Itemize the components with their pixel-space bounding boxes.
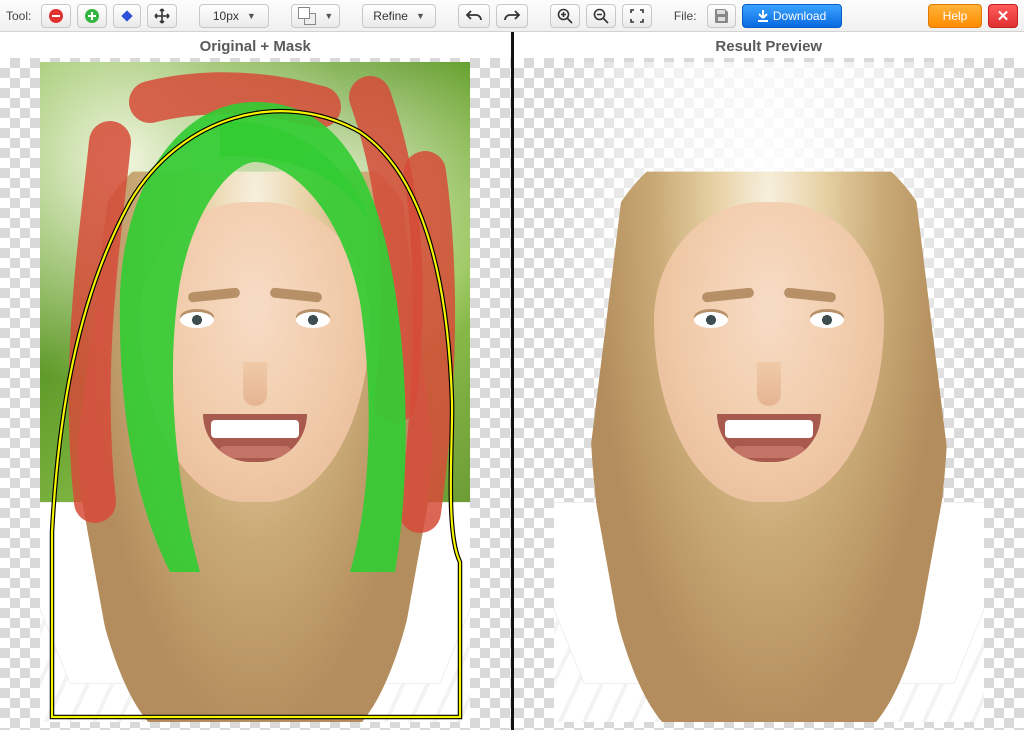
chevron-down-icon: ▼ [247, 11, 256, 21]
workspace: Original + Mask [0, 32, 1024, 730]
refine-dropdown[interactable]: Refine ▼ [362, 4, 436, 28]
zoom-in-icon [557, 8, 573, 24]
toolbar: Tool: 10px ▼ ▼ Refine ▼ [0, 0, 1024, 32]
remove-circle-icon [48, 8, 64, 24]
redo-icon [503, 9, 521, 23]
save-button[interactable] [707, 4, 736, 28]
zoom-out-icon [593, 8, 609, 24]
fit-screen-button[interactable] [622, 4, 652, 28]
result-photo [554, 62, 984, 722]
canvas-right[interactable] [514, 58, 1024, 730]
add-circle-icon [84, 8, 100, 24]
redo-button[interactable] [496, 4, 528, 28]
add-tool-button[interactable] [77, 4, 107, 28]
help-button[interactable]: Help [928, 4, 982, 28]
diamond-icon [120, 9, 134, 23]
brush-size-dropdown[interactable]: 10px ▼ [199, 4, 269, 28]
undo-icon [465, 9, 483, 23]
panel-title-right: Result Preview [715, 38, 822, 55]
undo-button[interactable] [458, 4, 490, 28]
floppy-disk-icon [714, 8, 729, 23]
download-button[interactable]: Download [742, 4, 842, 28]
move-icon [154, 8, 170, 24]
fit-screen-icon [629, 8, 645, 24]
canvas-left[interactable] [0, 58, 511, 730]
zoom-in-button[interactable] [550, 4, 580, 28]
original-photo [40, 62, 470, 722]
tool-label: Tool: [6, 9, 31, 23]
move-tool-button[interactable] [147, 4, 177, 28]
close-button[interactable]: ✕ [988, 4, 1018, 28]
panel-original: Original + Mask [0, 32, 511, 730]
arrow-down-icon [757, 10, 769, 22]
close-icon: ✕ [997, 7, 1010, 25]
chevron-down-icon: ▼ [324, 11, 333, 21]
brush-size-value: 10px [213, 9, 239, 23]
refine-label: Refine [373, 9, 408, 23]
zoom-out-button[interactable] [586, 4, 616, 28]
file-label: File: [674, 9, 697, 23]
remove-tool-button[interactable] [41, 4, 71, 28]
chevron-down-icon: ▼ [416, 11, 425, 21]
help-label: Help [943, 9, 968, 23]
download-label: Download [773, 9, 826, 23]
diamond-tool-button[interactable] [113, 4, 141, 28]
color-swatch-icon [298, 7, 316, 25]
panel-title-left: Original + Mask [200, 38, 311, 55]
panel-result: Result Preview [514, 32, 1024, 730]
color-swatch-button[interactable]: ▼ [291, 4, 340, 28]
